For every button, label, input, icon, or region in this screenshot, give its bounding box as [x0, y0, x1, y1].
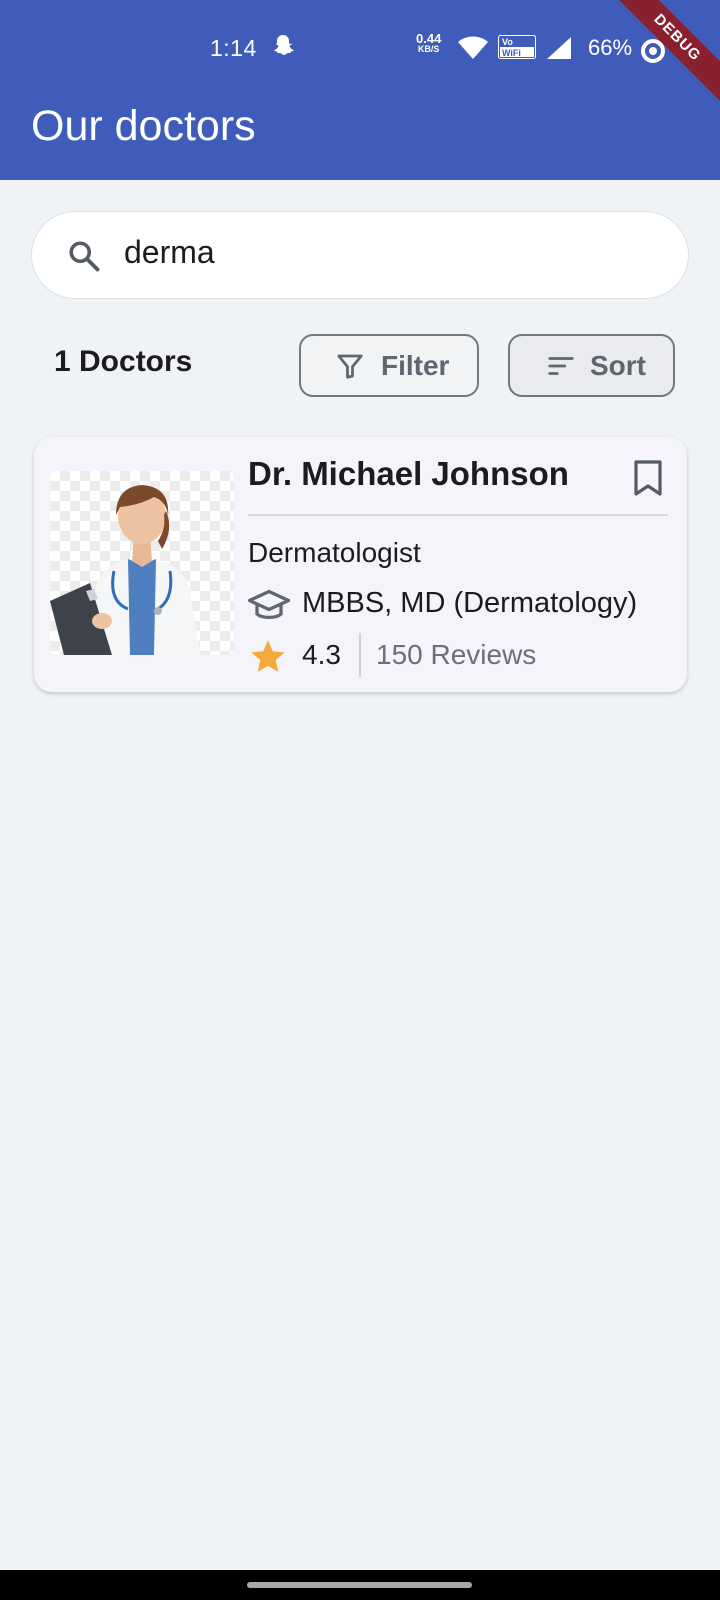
rating-separator: [359, 633, 361, 677]
volte-wifi-icon: Vo WiFi: [498, 35, 536, 65]
status-time: 1:14: [210, 35, 257, 61]
graduation-cap-icon: [247, 587, 291, 628]
card-divider: [248, 514, 668, 516]
sort-icon: [544, 351, 578, 388]
doctor-name[interactable]: Dr. Michael Johnson: [248, 455, 569, 493]
status-bar: 1:14 0.44 KB/S Vo WiFi 66%: [0, 30, 720, 70]
home-gesture-pill[interactable]: [247, 1582, 472, 1588]
star-icon: [248, 637, 288, 682]
network-speed-unit: KB/S: [417, 44, 440, 54]
filter-icon: [335, 351, 365, 388]
signal-icon: [546, 36, 572, 66]
doctor-rating: 4.3: [302, 639, 341, 670]
svg-text:Vo: Vo: [502, 37, 513, 47]
page-title: Our doctors: [31, 102, 256, 150]
search-icon: [66, 238, 102, 279]
wifi-icon: [458, 36, 488, 66]
doctor-card[interactable]: Dr. Michael Johnson Dermatologist MBBS, …: [34, 437, 687, 692]
doctor-count: 1 Doctors: [54, 345, 193, 378]
filter-button[interactable]: Filter: [299, 334, 479, 397]
app-bar: 1:14 0.44 KB/S Vo WiFi 66% Our doctors DE…: [0, 0, 720, 180]
doctor-specialty: Dermatologist: [248, 537, 421, 568]
battery-percent: 66%: [588, 35, 633, 60]
network-speed: 0.44 KB/S: [416, 31, 442, 55]
doctor-photo: [50, 471, 234, 655]
navigation-bar: [0, 1570, 720, 1600]
snapchat-notification-icon: [272, 34, 294, 64]
search-input[interactable]: [124, 234, 644, 271]
search-bar[interactable]: [31, 211, 689, 299]
doctor-reviews[interactable]: 150 Reviews: [376, 639, 536, 671]
network-speed-value: 0.44: [416, 31, 442, 46]
svg-text:WiFi: WiFi: [502, 48, 521, 58]
filter-button-label: Filter: [381, 350, 450, 381]
bookmark-icon[interactable]: [632, 459, 664, 502]
sort-button-label: Sort: [590, 350, 646, 381]
sort-button[interactable]: Sort: [508, 334, 675, 397]
doctor-degree: MBBS, MD (Dermatology): [302, 587, 638, 619]
